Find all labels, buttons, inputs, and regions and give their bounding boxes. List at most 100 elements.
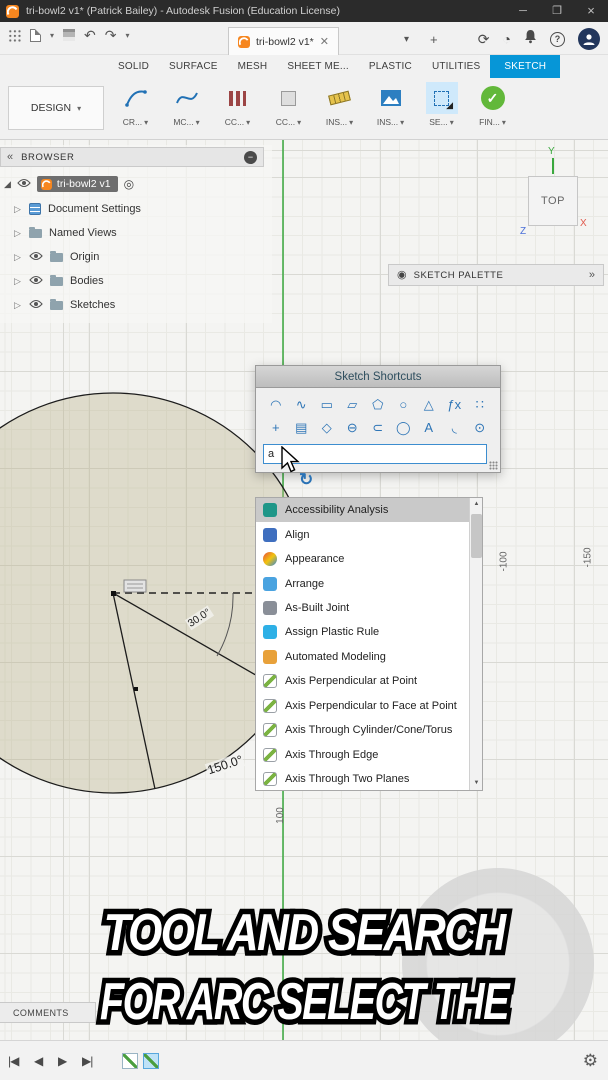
tool-caret-icon[interactable]: ▾ — [502, 118, 506, 127]
tab-mesh[interactable]: MESH — [228, 55, 278, 78]
expand-caret-icon[interactable]: ▷ — [14, 276, 22, 287]
tab-list-caret-icon[interactable]: ▾ — [404, 34, 409, 45]
new-tab-button[interactable]: + — [430, 32, 438, 47]
timeline-feature-icon-selected[interactable] — [143, 1053, 159, 1069]
expand-caret-icon[interactable]: ▷ — [14, 204, 22, 215]
title-bar[interactable]: tri-bowl2 v1* (Patrick Bailey) - Autodes… — [0, 0, 608, 22]
job-status-icon[interactable]: ⟳ — [478, 32, 490, 46]
scroll-down-icon[interactable]: ▼ — [470, 777, 483, 790]
function-icon[interactable]: ƒx — [442, 393, 468, 416]
undo-icon[interactable]: ↶ — [84, 28, 96, 42]
shortcut-result-item[interactable]: Axis Through Edge — [256, 742, 469, 766]
document-tab-close-icon[interactable]: ✕ — [320, 35, 329, 48]
help-icon[interactable]: ? — [550, 31, 565, 47]
tool-caret-icon[interactable]: ▾ — [400, 118, 404, 127]
dialog-title-bar[interactable]: Sketch Shortcuts — [255, 365, 501, 387]
tool-caret-icon[interactable]: ▾ — [246, 118, 250, 127]
browser-item-sketches[interactable]: ▷ Sketches — [14, 293, 141, 317]
play-icon[interactable]: ▶ — [58, 1041, 67, 1080]
view-cube[interactable]: TOP — [528, 176, 578, 226]
slot-icon[interactable]: ⊖ — [340, 416, 366, 439]
polygon-icon[interactable]: ⬠ — [365, 393, 391, 416]
move-icon[interactable]: + — [263, 416, 289, 439]
pattern-icon[interactable]: ∷ — [467, 393, 493, 416]
browser-root-item[interactable]: ◢ tri-bowl2 v1 ◎ — [4, 175, 134, 193]
tool-insert[interactable]: INS... ▾ — [365, 80, 416, 127]
shortcut-result-item[interactable]: Axis Perpendicular to Face at Point — [256, 694, 469, 718]
scroll-up-icon[interactable]: ▲ — [470, 498, 483, 511]
timeline-feature-icon[interactable] — [122, 1053, 138, 1069]
user-avatar[interactable] — [578, 28, 600, 50]
browser-item-named-views[interactable]: ▷ Named Views — [14, 221, 141, 245]
text-icon[interactable]: A — [416, 416, 442, 439]
browser-item-bodies[interactable]: ▷ Bodies — [14, 269, 141, 293]
rectangle-icon[interactable]: ▱ — [340, 393, 366, 416]
browser-header[interactable]: « BROWSER − — [0, 147, 264, 167]
visibility-eye-icon[interactable] — [29, 296, 43, 314]
tool-select[interactable]: SE...▾ — [416, 80, 467, 127]
tool-caret-icon[interactable]: ▾ — [196, 118, 200, 127]
ellipse-icon[interactable]: ◯ — [391, 416, 417, 439]
scrollbar-thumb[interactable] — [471, 514, 482, 558]
timeline-settings-gear-icon[interactable]: ⚙ — [583, 1051, 598, 1071]
tab-sketch[interactable]: SKETCH — [490, 55, 561, 78]
shortcut-result-item[interactable]: Align — [256, 522, 469, 546]
circle-icon[interactable]: ○ — [391, 393, 417, 416]
minimize-button[interactable]: ─ — [506, 0, 540, 22]
shortcut-result-item[interactable]: Automated Modeling — [256, 645, 469, 669]
go-to-start-icon[interactable]: |◀ — [8, 1041, 19, 1080]
browser-item-origin[interactable]: ▷ Origin — [14, 245, 141, 269]
workspace-selector[interactable]: DESIGN ▾ — [8, 86, 104, 130]
document-tab[interactable]: tri-bowl2 v1* ✕ — [228, 27, 339, 55]
step-back-icon[interactable]: ◀ — [34, 1041, 43, 1080]
tool-finish-sketch[interactable]: ✓ FIN... ▾ — [467, 80, 518, 127]
results-scrollbar[interactable]: ▲ ▼ — [469, 498, 482, 790]
collapse-panel-icon[interactable]: « — [7, 151, 13, 163]
expand-palette-icon[interactable]: » — [589, 269, 595, 281]
go-to-end-icon[interactable]: ▶| — [82, 1041, 93, 1080]
app-grid-menu-icon[interactable] — [8, 28, 21, 42]
visibility-eye-icon[interactable] — [29, 248, 43, 266]
visibility-eye-icon[interactable] — [29, 272, 43, 290]
resize-grip-icon[interactable] — [489, 461, 498, 470]
maximize-button[interactable]: ❐ — [540, 0, 574, 22]
spline-icon[interactable]: ∿ — [289, 393, 315, 416]
view-cube-face-label[interactable]: TOP — [541, 195, 565, 207]
offset-icon[interactable]: ⊂ — [365, 416, 391, 439]
shortcut-result-item[interactable]: Accessibility Analysis — [256, 498, 469, 523]
tool-inspect[interactable]: INS... ▾ — [314, 80, 365, 127]
arc-icon[interactable]: ◠ — [263, 393, 289, 416]
tool-caret-icon[interactable]: ▾ — [450, 118, 454, 127]
visibility-eye-icon[interactable] — [17, 175, 31, 193]
tab-solid[interactable]: SOLID — [108, 55, 159, 78]
polygon2-icon[interactable]: ◇ — [314, 416, 340, 439]
shortcut-result-item[interactable]: Axis Perpendicular at Point — [256, 669, 469, 693]
tab-plastic[interactable]: PLASTIC — [359, 55, 422, 78]
redo-caret-icon[interactable]: ▾ — [125, 31, 129, 40]
rectangle-2pt-icon[interactable]: ▭ — [314, 393, 340, 416]
tool-caret-icon[interactable]: ▾ — [349, 118, 353, 127]
minimize-browser-icon[interactable]: − — [244, 150, 257, 164]
project-icon[interactable]: ⊙ — [467, 416, 493, 439]
tool-caret-icon[interactable]: ▾ — [297, 118, 301, 127]
shortcut-result-item[interactable]: As-Built Joint — [256, 596, 469, 620]
tab-sheet-metal[interactable]: SHEET ME... — [277, 55, 358, 78]
recent-activity-icon[interactable]: ◔ — [503, 32, 511, 46]
tab-utilities[interactable]: UTILITIES — [422, 55, 490, 78]
browser-item-document-settings[interactable]: ▷ Document Settings — [14, 197, 141, 221]
shortcut-result-item[interactable]: Assign Plastic Rule — [256, 620, 469, 644]
mirror-icon[interactable]: △ — [416, 393, 442, 416]
tool-create-sketch[interactable]: CR... ▾ — [110, 80, 161, 127]
shortcut-result-item[interactable]: Appearance — [256, 547, 469, 571]
shortcut-result-item[interactable]: Arrange — [256, 571, 469, 595]
tool-configure[interactable]: CC... ▾ — [263, 80, 314, 127]
copy-icon[interactable]: ▤ — [289, 416, 315, 439]
sketch-palette-bar[interactable]: ◉ SKETCH PALETTE » — [388, 264, 604, 286]
expand-caret-icon[interactable]: ▷ — [14, 228, 22, 239]
expand-caret-icon[interactable]: ▷ — [14, 252, 22, 263]
notifications-bell-icon[interactable] — [524, 29, 537, 49]
expand-caret-icon[interactable]: ▷ — [14, 300, 22, 311]
tool-caret-icon[interactable]: ▾ — [144, 118, 148, 127]
save-icon[interactable] — [63, 29, 76, 41]
fillet-icon[interactable]: ◟ — [442, 416, 468, 439]
